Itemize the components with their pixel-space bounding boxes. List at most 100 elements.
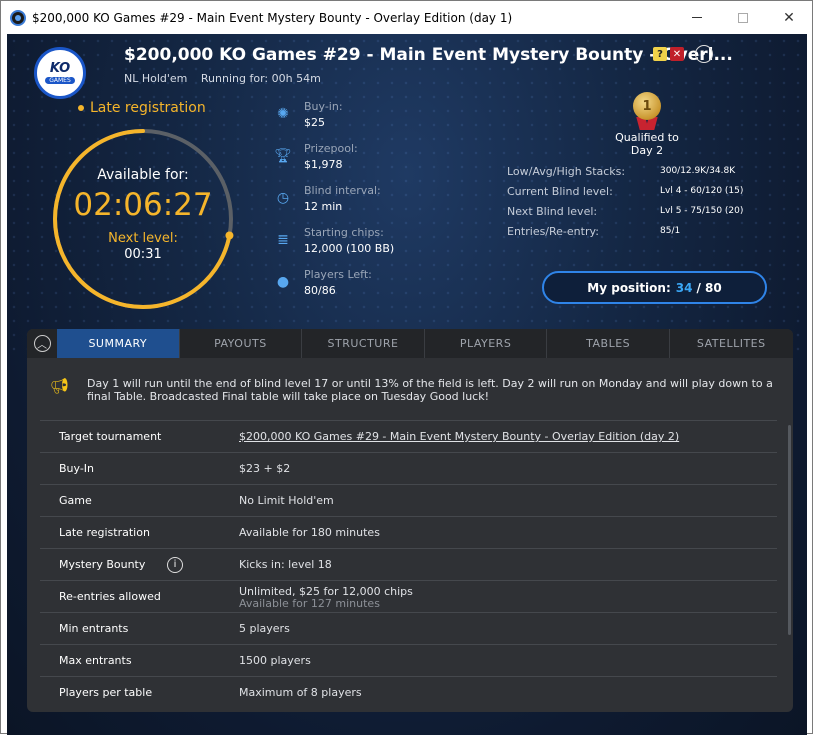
row-key: Target tournament: [59, 430, 162, 443]
minimize-icon: [692, 17, 702, 18]
stat-prizepool: 🏆︎ Prizepool: $1,978: [274, 142, 395, 184]
tab-structure[interactable]: STRUCTURE: [302, 329, 425, 358]
table-row: Buy-In $23 + $2: [40, 452, 777, 484]
late-registration-label: Late registration: [90, 100, 206, 116]
tab-bar: ︿ SUMMARY PAYOUTS STRUCTURE PLAYERS TABL…: [27, 329, 793, 358]
summary-table: Target tournament $200,000 KO Games #29 -…: [40, 420, 777, 708]
info-value: Lvl 5 - 75/150 (20): [660, 206, 744, 216]
info-value: 300/12.9K/34.8K: [660, 166, 736, 176]
scrollbar[interactable]: [788, 425, 791, 635]
running-time: Running for: 00h 54m: [200, 72, 321, 85]
announcement: 📢︎ Day 1 will run until the end of blind…: [27, 358, 793, 416]
available-countdown: 02:06:27: [73, 187, 213, 223]
info-row: Current Blind level: Lvl 4 - 60/120 (15): [507, 185, 743, 205]
row-key: Min entrants: [59, 622, 129, 635]
announcement-text: Day 1 will run until the end of blind le…: [87, 377, 773, 403]
late-registration-status: Late registration: [78, 100, 206, 116]
table-row: Target tournament $200,000 KO Games #29 -…: [40, 420, 777, 452]
info-row: Next Blind level: Lvl 5 - 75/150 (20): [507, 205, 743, 225]
app-icon: [10, 9, 26, 26]
stat-label: Players Left:: [304, 268, 372, 281]
row-value: $23 + $2: [239, 462, 291, 475]
tournament-title: $200,000 KO Games #29 - Main Event Myste…: [124, 45, 733, 65]
table-row: Max entrants 1500 players: [40, 644, 777, 676]
medal-number: 1: [633, 92, 661, 120]
tab-players[interactable]: PLAYERS: [425, 329, 548, 358]
table-row: Players per table Maximum of 8 players: [40, 676, 777, 708]
table-row: Min entrants 5 players: [40, 612, 777, 644]
logo-text: KO: [49, 61, 71, 76]
row-value: No Limit Hold'em: [239, 494, 334, 507]
more-options-button[interactable]: •••: [694, 45, 713, 63]
trophy-icon: 🏆︎: [274, 148, 292, 164]
table-row: Re-entries allowed Unlimited, $25 for 12,…: [40, 580, 777, 612]
tournament-lobby: KO GAMES $200,000 KO Games #29 - Main Ev…: [7, 34, 807, 735]
stat-label: Blind interval:: [304, 184, 381, 197]
tournament-stats: ✺ Buy-in: $25 🏆︎ Prizepool: $1,978 ◷ Bli…: [274, 100, 395, 310]
info-key: Low/Avg/High Stacks:: [507, 165, 626, 178]
logo-subtext: GAMES: [45, 77, 75, 84]
maximize-button[interactable]: [720, 1, 766, 34]
available-label: Available for:: [97, 167, 189, 183]
registration-timer: Available for: 02:06:27 Next level: 00:3…: [51, 127, 235, 311]
stat-value: $25: [304, 116, 325, 129]
stat-label: Buy-in:: [304, 100, 343, 113]
info-key: Entries/Re-entry:: [507, 225, 599, 238]
tab-payouts[interactable]: PAYOUTS: [180, 329, 303, 358]
maximize-icon: [738, 12, 748, 23]
person-icon: ●: [276, 274, 290, 290]
row-key: Game: [59, 494, 92, 507]
stat-label: Starting chips:: [304, 226, 384, 239]
close-icon: ✕: [783, 9, 795, 26]
row-key: Re-entries allowed: [59, 590, 161, 603]
info-row: Low/Avg/High Stacks: 300/12.9K/34.8K: [507, 165, 743, 185]
row-value: Available for 180 minutes: [239, 526, 380, 539]
close-button[interactable]: ✕: [766, 1, 812, 34]
window-title: $200,000 KO Games #29 - Main Event Myste…: [32, 10, 513, 25]
row-value: 1500 players: [239, 654, 311, 667]
app-window: $200,000 KO Games #29 - Main Event Myste…: [0, 0, 813, 735]
table-row: Mystery Bounty i Kicks in: level 18: [40, 548, 777, 580]
info-key: Current Blind level:: [507, 185, 613, 198]
stat-label: Prizepool:: [304, 142, 358, 155]
stat-buyin: ✺ Buy-in: $25: [275, 100, 395, 142]
stat-value: 80/86: [304, 284, 336, 297]
details-panel: ︿ SUMMARY PAYOUTS STRUCTURE PLAYERS TABL…: [27, 329, 793, 712]
title-bar: $200,000 KO Games #29 - Main Event Myste…: [1, 1, 812, 34]
status-dot-icon: [78, 105, 84, 111]
game-type: NL Hold'em: [124, 72, 188, 85]
mystery-badge-icon: ?: [653, 47, 667, 61]
info-icon[interactable]: i: [167, 556, 183, 573]
knockout-badge-icon: ✕: [670, 47, 684, 61]
collapse-button[interactable]: ︿: [27, 329, 57, 358]
table-row: Game No Limit Hold'em: [40, 484, 777, 516]
row-key: Players per table: [59, 686, 153, 699]
stat-value: 12,000 (100 BB): [304, 242, 395, 255]
info-value: Lvl 4 - 60/120 (15): [660, 186, 744, 196]
row-value: Kicks in: level 18: [239, 558, 332, 571]
chip-icon: ✺: [277, 106, 289, 122]
table-row: Late registration Available for 180 minut…: [40, 516, 777, 548]
medal-icon: 1: [631, 92, 663, 136]
info-row: Entries/Re-entry: 85/1: [507, 225, 743, 245]
clock-icon: ◷: [276, 190, 290, 206]
title-badges: ? ✕: [653, 47, 684, 61]
my-position-total: / 80: [696, 280, 722, 295]
target-tournament-link[interactable]: $200,000 KO Games #29 - Main Event Myste…: [239, 430, 679, 443]
row-value: 5 players: [239, 622, 290, 635]
tab-tables[interactable]: TABLES: [547, 329, 670, 358]
stat-blind-interval: ◷ Blind interval: 12 min: [275, 184, 395, 226]
minimize-button[interactable]: [674, 1, 720, 34]
next-level-countdown: 00:31: [124, 247, 162, 262]
ko-games-logo: KO GAMES: [34, 47, 86, 99]
row-key: Buy-In: [59, 462, 95, 475]
row-key: Max entrants: [59, 654, 132, 667]
my-position-value: 34: [675, 280, 693, 295]
tab-summary[interactable]: SUMMARY: [57, 329, 180, 358]
next-level-label: Next level:: [108, 231, 178, 246]
stat-value: $1,978: [304, 158, 343, 171]
tab-satellites[interactable]: SATELLITES: [670, 329, 793, 358]
row-subvalue: Available for 127 minutes: [239, 597, 380, 610]
my-position-button[interactable]: My position: 34 / 80: [542, 271, 767, 304]
chevron-up-icon: ︿: [33, 335, 51, 352]
